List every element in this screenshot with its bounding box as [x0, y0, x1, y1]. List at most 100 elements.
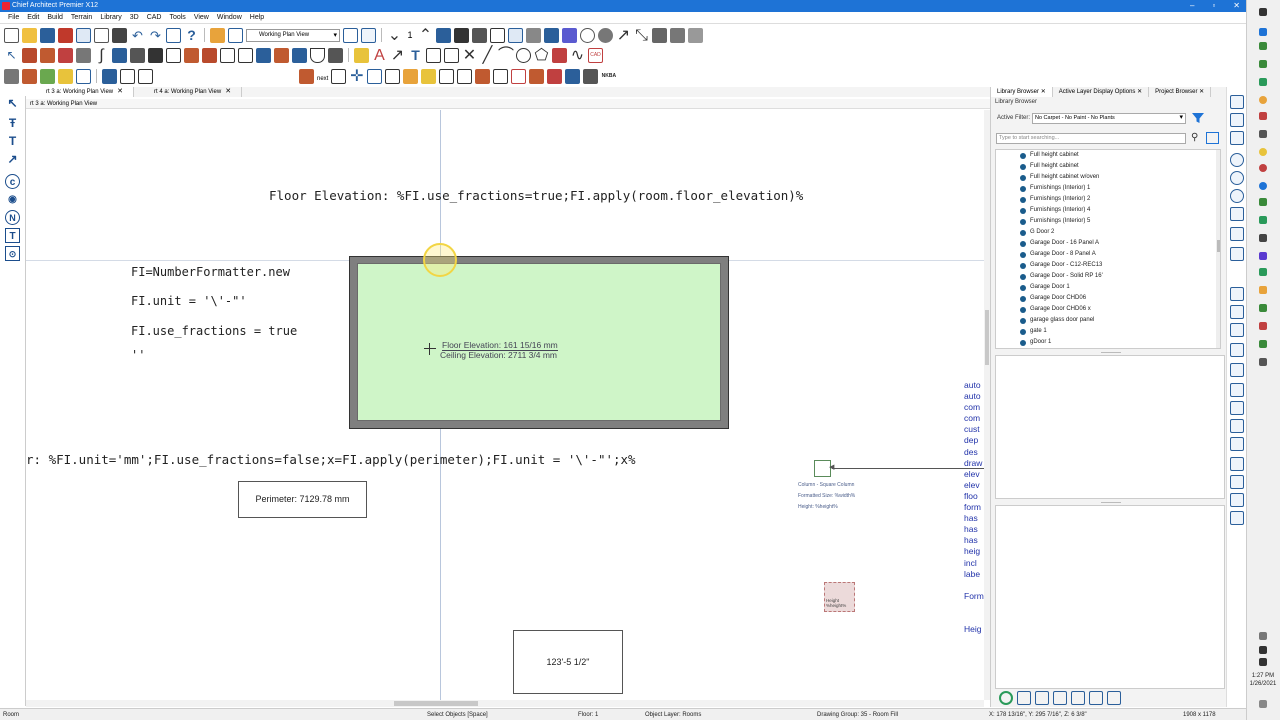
next-label[interactable]: next: [317, 76, 328, 82]
macro-list-item[interactable]: com: [964, 413, 984, 424]
tab-working-plan-4[interactable]: rt 4 a: Working Plan View ✕: [134, 87, 243, 97]
window-icon[interactable]: [547, 68, 563, 84]
pan-icon[interactable]: [1230, 227, 1244, 241]
layer-icon[interactable]: [76, 68, 91, 84]
elevation-icon[interactable]: [490, 27, 505, 43]
snap-toggle-icon[interactable]: [1230, 475, 1244, 489]
marker-icon[interactable]: [1230, 437, 1244, 451]
macro-list-item[interactable]: com: [964, 402, 984, 413]
tab-project-browser[interactable]: Project Browser ✕: [1149, 87, 1212, 97]
search-icon[interactable]: ⚲: [1191, 132, 1198, 143]
list-scrollbar[interactable]: [1216, 150, 1220, 348]
arrow-tool-icon[interactable]: ↗: [5, 152, 20, 167]
system-clock[interactable]: 1:27 PM 1/26/2021: [1248, 672, 1278, 688]
dimension-box[interactable]: 123'-5 1/2": [513, 630, 623, 694]
book-icon[interactable]: [565, 68, 581, 84]
search-options-icon[interactable]: [1206, 132, 1219, 144]
point-icon[interactable]: [552, 47, 567, 63]
zoom-in-icon[interactable]: [1230, 171, 1244, 185]
list-item[interactable]: Garage Door - Solid RP 16': [996, 271, 1220, 282]
stack-icon[interactable]: [583, 68, 599, 84]
height-box[interactable]: Height %height%: [824, 582, 855, 612]
layer-set-icon[interactable]: [1230, 323, 1244, 337]
macro-list-item[interactable]: has: [964, 535, 984, 546]
save-icon[interactable]: [40, 27, 55, 43]
app-tray-icon[interactable]: [1259, 252, 1267, 260]
polygon-icon[interactable]: ⬠: [534, 47, 549, 63]
splitter-grip[interactable]: [1101, 502, 1121, 503]
list-item[interactable]: Garage Door - 16 Panel A: [996, 238, 1220, 249]
arc-icon[interactable]: ⌒: [498, 47, 514, 63]
new-plan-icon[interactable]: [4, 27, 19, 43]
layout-icon[interactable]: [166, 27, 181, 43]
wrench-icon[interactable]: [670, 27, 685, 43]
dims-icon[interactable]: [1230, 419, 1244, 433]
door-tool-icon[interactable]: [40, 47, 55, 63]
house-icon[interactable]: [436, 27, 451, 43]
macro-list-item[interactable]: draw: [964, 458, 984, 469]
list-item[interactable]: Furnishings (Interior) 2: [996, 194, 1220, 205]
menu-library[interactable]: Library: [100, 12, 121, 23]
list-item[interactable]: Full height cabinet: [996, 150, 1220, 161]
app-tray-icon[interactable]: [1259, 164, 1267, 172]
paste-icon[interactable]: [228, 27, 243, 43]
list-item[interactable]: Furnishings (Interior) 4: [996, 205, 1220, 216]
menu-help[interactable]: Help: [250, 12, 264, 23]
app-tray-icon[interactable]: [1259, 60, 1267, 68]
app-tray-icon[interactable]: [1259, 286, 1267, 294]
car-icon[interactable]: [1089, 691, 1103, 705]
macro-list-item[interactable]: heig: [964, 546, 984, 557]
macro-list-item[interactable]: floo: [964, 491, 984, 502]
fill-window-icon[interactable]: [1230, 207, 1244, 221]
list-item[interactable]: Full height cabinet: [996, 161, 1220, 172]
label-icon[interactable]: ⊙: [5, 246, 20, 261]
fixture-icon[interactable]: [292, 47, 307, 63]
list-item[interactable]: Garage Door 1: [996, 282, 1220, 293]
menu-3d[interactable]: 3D: [130, 12, 139, 23]
scroll-thumb[interactable]: [1217, 240, 1220, 252]
group-icon[interactable]: [403, 68, 419, 84]
view-select[interactable]: Working Plan View: [246, 28, 340, 42]
zoom-icon[interactable]: [1230, 153, 1244, 167]
perimeter-box[interactable]: Perimeter: 7129.78 mm: [238, 481, 367, 518]
pointer-tool-icon[interactable]: ↖: [5, 96, 20, 111]
arrow-icon[interactable]: ↗: [390, 47, 405, 63]
terrain-icon[interactable]: [220, 47, 235, 63]
tab-library-browser[interactable]: Library Browser ✕: [991, 87, 1053, 97]
undo-icon[interactable]: ↶: [130, 28, 145, 43]
maximize-button[interactable]: ▫: [1212, 0, 1215, 12]
close-icon[interactable]: ✕: [117, 88, 123, 95]
callout-icon[interactable]: [426, 47, 441, 63]
zoom-select-icon[interactable]: [1230, 493, 1244, 507]
app-tray-icon[interactable]: [1259, 268, 1267, 276]
pointer-icon[interactable]: [102, 68, 117, 84]
print-preview-icon[interactable]: [4, 68, 19, 84]
sheet-icon[interactable]: [385, 68, 401, 84]
text-tool-icon[interactable]: T: [5, 134, 20, 149]
macro-list-item[interactable]: has: [964, 524, 984, 535]
menu-cad[interactable]: CAD: [147, 12, 162, 23]
zoom-3d-icon[interactable]: ⤡: [634, 27, 649, 43]
list-view-icon[interactable]: [1035, 691, 1049, 705]
macro-list-item[interactable]: elev: [964, 469, 984, 480]
arrow-3d-icon[interactable]: ↗: [616, 27, 631, 43]
room-floor-elevation-label[interactable]: Floor Elevation: 161 15/16 mm: [442, 340, 558, 351]
view-alt-icon[interactable]: [1230, 131, 1244, 145]
macro-list-item[interactable]: has: [964, 513, 984, 524]
display-icon[interactable]: [1230, 305, 1244, 319]
box-icon[interactable]: [439, 68, 455, 84]
edit-tool-icon[interactable]: [1230, 401, 1244, 415]
wall-tool-icon[interactable]: [22, 47, 37, 63]
settings-view-icon[interactable]: [1107, 691, 1121, 705]
close-button[interactable]: ✕: [1233, 0, 1240, 12]
curve-icon[interactable]: ∫: [94, 47, 109, 63]
text-style-icon[interactable]: Ŧ: [5, 116, 20, 131]
code-line[interactable]: FI.use_fractions = true: [131, 324, 297, 338]
macro-list-item[interactable]: des: [964, 447, 984, 458]
rotate-icon[interactable]: [580, 27, 595, 43]
square-icon[interactable]: [1230, 363, 1244, 377]
list-item[interactable]: gate 1: [996, 326, 1220, 337]
app-tray-icon[interactable]: [1259, 148, 1267, 156]
menu-terrain[interactable]: Terrain: [71, 12, 92, 23]
app-tray-icon[interactable]: [1259, 198, 1267, 206]
